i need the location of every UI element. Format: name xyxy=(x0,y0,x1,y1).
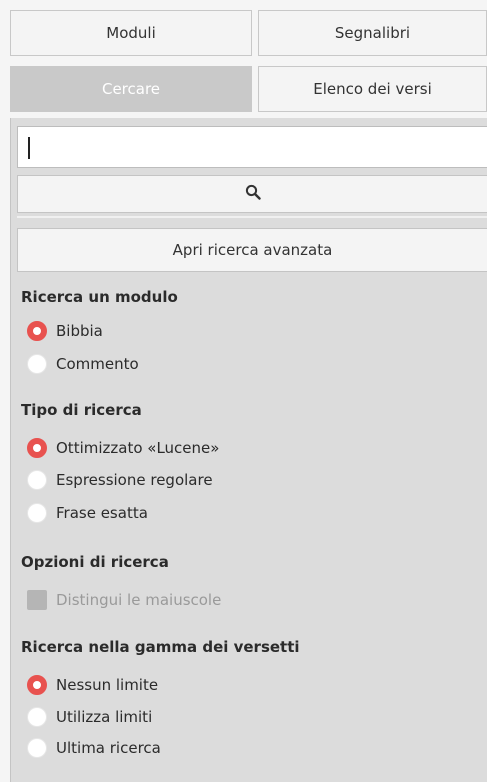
text-caret xyxy=(28,137,30,159)
radio-option-regex[interactable]: Espressione regolare xyxy=(27,468,213,492)
radio-option-use-limits[interactable]: Utilizza limiti xyxy=(27,705,152,729)
radio-checked[interactable] xyxy=(27,321,47,341)
search-button[interactable] xyxy=(17,175,487,213)
divider xyxy=(17,216,487,218)
radio-checked[interactable] xyxy=(27,438,47,458)
search-icon xyxy=(245,184,261,204)
search-panel: Apri ricerca avanzata Ricerca un modulo … xyxy=(10,118,487,782)
search-input[interactable] xyxy=(17,126,487,168)
module-section-title: Ricerca un modulo xyxy=(21,288,178,306)
radio-label: Bibbia xyxy=(56,322,103,340)
radio-label: Commento xyxy=(56,355,139,373)
radio-option-lucene[interactable]: Ottimizzato «Lucene» xyxy=(27,436,219,460)
radio-option-exact-phrase[interactable]: Frase esatta xyxy=(27,501,148,525)
radio-unchecked[interactable] xyxy=(27,738,47,758)
tab-elenco-dei-versi[interactable]: Elenco dei versi xyxy=(258,66,487,112)
tab-moduli-label: Moduli xyxy=(106,24,156,42)
radio-label: Ottimizzato «Lucene» xyxy=(56,439,220,457)
advanced-search-label: Apri ricerca avanzata xyxy=(172,241,333,259)
radio-label: Espressione regolare xyxy=(56,471,213,489)
radio-option-bibbia[interactable]: Bibbia xyxy=(27,319,103,343)
radio-option-last-search[interactable]: Ultima ricerca xyxy=(27,736,161,760)
radio-unchecked[interactable] xyxy=(27,503,47,523)
checkbox-disabled xyxy=(27,590,47,610)
radio-checked[interactable] xyxy=(27,675,47,695)
radio-option-no-limit[interactable]: Nessun limite xyxy=(27,673,158,697)
radio-option-commento[interactable]: Commento xyxy=(27,352,139,376)
radio-unchecked[interactable] xyxy=(27,470,47,490)
tab-cercare-label: Cercare xyxy=(101,80,161,98)
radio-unchecked[interactable] xyxy=(27,707,47,727)
tab-cercare[interactable]: Cercare xyxy=(10,66,252,112)
radio-label: Nessun limite xyxy=(56,676,159,694)
type-section-title: Tipo di ricerca xyxy=(21,401,142,419)
options-section-title: Opzioni di ricerca xyxy=(21,553,169,571)
radio-label: Ultima ricerca xyxy=(56,739,161,757)
tab-segnalibri-label: Segnalibri xyxy=(334,24,411,42)
advanced-search-button[interactable]: Apri ricerca avanzata xyxy=(17,228,487,272)
range-section-title: Ricerca nella gamma dei versetti xyxy=(21,638,300,656)
checkbox-label: Distingui le maiuscole xyxy=(56,591,222,609)
tab-elenco-label: Elenco dei versi xyxy=(313,80,432,98)
checkbox-option-case-sensitive: Distingui le maiuscole xyxy=(27,588,221,612)
tab-segnalibri[interactable]: Segnalibri xyxy=(258,10,487,56)
radio-unchecked[interactable] xyxy=(27,354,47,374)
tab-moduli[interactable]: Moduli xyxy=(10,10,252,56)
radio-label: Utilizza limiti xyxy=(56,708,153,726)
radio-label: Frase esatta xyxy=(56,504,148,522)
